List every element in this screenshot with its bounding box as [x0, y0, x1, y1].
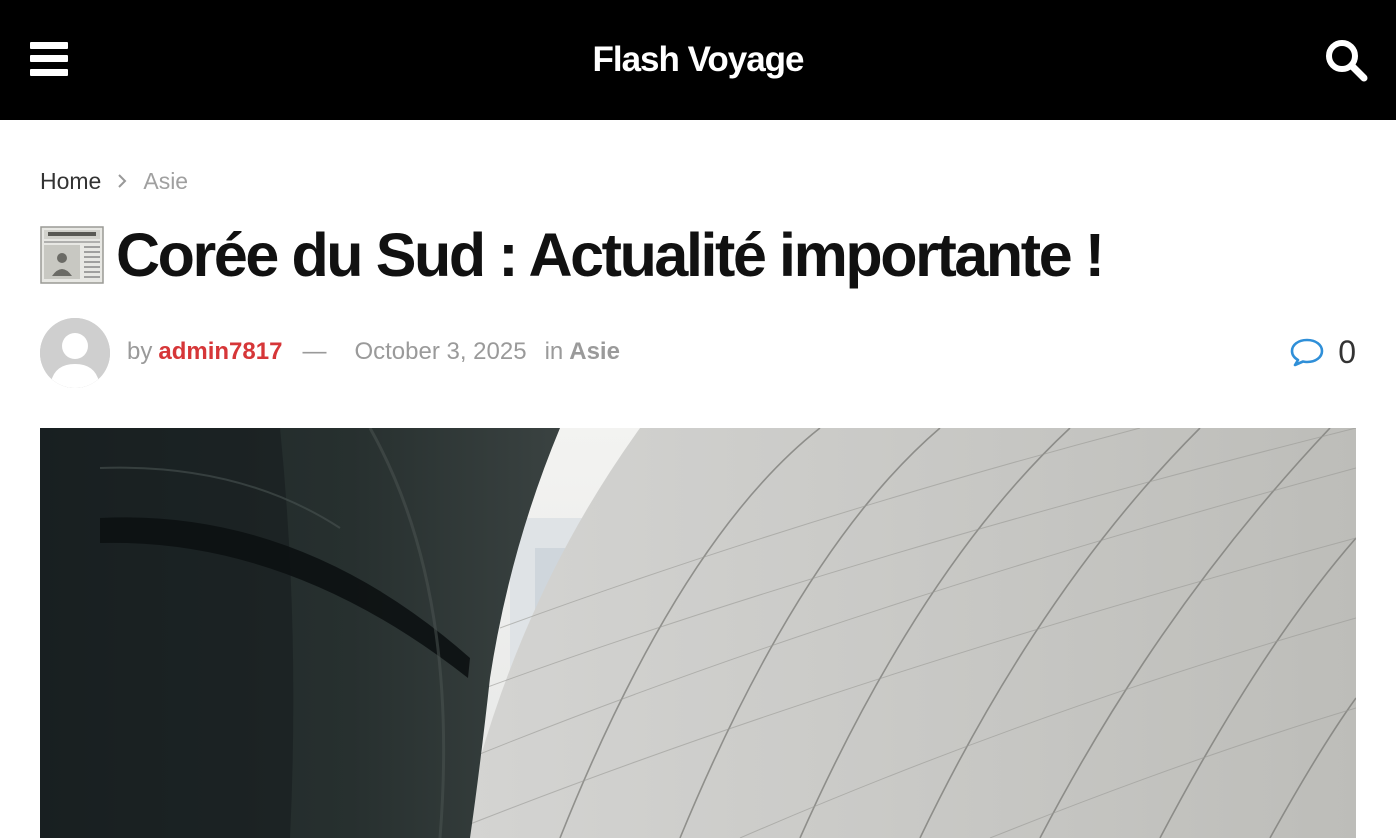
site-title[interactable]: Flash Voyage: [0, 38, 1396, 82]
author-link[interactable]: admin7817: [158, 338, 282, 365]
post-meta: by admin7817 — October 3, 2025 in Asie 0: [40, 318, 1356, 388]
meta-separator: —: [302, 338, 327, 365]
comment-bubble-icon: [1290, 337, 1324, 367]
chevron-right-icon: [111, 170, 133, 192]
newspaper-icon: [40, 226, 104, 284]
meta-in-label: in: [544, 338, 564, 365]
site-header: Flash Voyage: [0, 0, 1396, 120]
comment-count: 0: [1338, 333, 1356, 370]
breadcrumb-home-link[interactable]: Home: [40, 168, 101, 195]
post-title-row: Corée du Sud : Actualité importante !: [40, 218, 1105, 292]
author-avatar[interactable]: [40, 318, 110, 388]
post-meta-text: by admin7817 — October 3, 2025 in Asie: [127, 337, 620, 367]
meta-by-label: by: [127, 338, 153, 365]
post-date[interactable]: October 3, 2025: [354, 338, 526, 365]
post-title: Corée du Sud : Actualité importante !: [116, 221, 1105, 289]
category-link[interactable]: Asie: [569, 338, 620, 365]
breadcrumb: Home Asie: [40, 166, 188, 196]
featured-image[interactable]: [40, 428, 1356, 838]
breadcrumb-current-link[interactable]: Asie: [143, 168, 188, 195]
comments-link[interactable]: 0: [1290, 334, 1356, 370]
search-icon[interactable]: [1322, 36, 1370, 84]
